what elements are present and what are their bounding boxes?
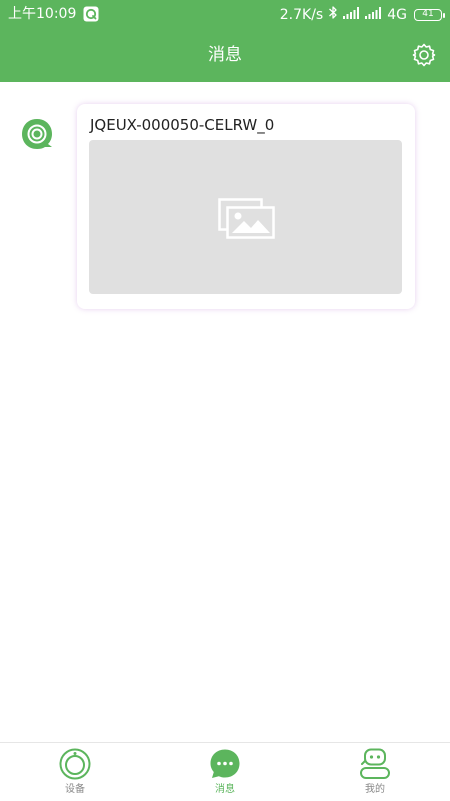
tab-label: 我的 bbox=[365, 784, 385, 795]
settings-button[interactable] bbox=[411, 42, 437, 68]
signal-icon-2 bbox=[365, 6, 382, 24]
bluetooth-icon bbox=[328, 5, 338, 25]
image-placeholder-icon bbox=[218, 198, 275, 239]
gear-icon bbox=[412, 43, 436, 67]
tab-label: 设备 bbox=[65, 784, 85, 795]
signal-icon-1 bbox=[343, 6, 360, 24]
network-type: 4G bbox=[387, 7, 407, 23]
title-bar: 消息 bbox=[0, 28, 450, 82]
message-list: JQEUX-000050-CELRW_0 bbox=[0, 82, 450, 742]
device-icon bbox=[59, 748, 91, 780]
message-image[interactable] bbox=[89, 140, 402, 294]
battery-level: 41 bbox=[422, 9, 434, 19]
tab-label: 消息 bbox=[215, 784, 235, 795]
status-right: 2.7K/s 4G 41 bbox=[279, 5, 445, 25]
message-icon bbox=[210, 749, 240, 778]
app-header: 上午10:09 2.7K/s 4G 41 消息 bbox=[0, 0, 450, 82]
message-title: JQEUX-000050-CELRW_0 bbox=[90, 116, 275, 134]
status-left: 上午10:09 bbox=[8, 5, 99, 23]
tab-profile[interactable]: 我的 bbox=[300, 743, 450, 801]
message-card[interactable]: JQEUX-000050-CELRW_0 bbox=[77, 104, 415, 309]
camera-icon bbox=[22, 119, 52, 149]
page-title: 消息 bbox=[208, 45, 242, 65]
profile-icon bbox=[360, 748, 390, 779]
network-speed: 2.7K/s bbox=[279, 7, 324, 23]
battery-icon: 41 bbox=[414, 9, 445, 21]
message-avatar bbox=[19, 117, 55, 153]
status-time: 上午10:09 bbox=[8, 6, 77, 22]
app-notification-icon bbox=[83, 6, 99, 22]
tab-device[interactable]: 设备 bbox=[0, 743, 150, 801]
status-bar: 上午10:09 2.7K/s 4G 41 bbox=[0, 0, 450, 28]
tab-message[interactable]: 消息 bbox=[150, 743, 300, 801]
tab-bar: 设备 消息 我的 bbox=[0, 742, 450, 800]
